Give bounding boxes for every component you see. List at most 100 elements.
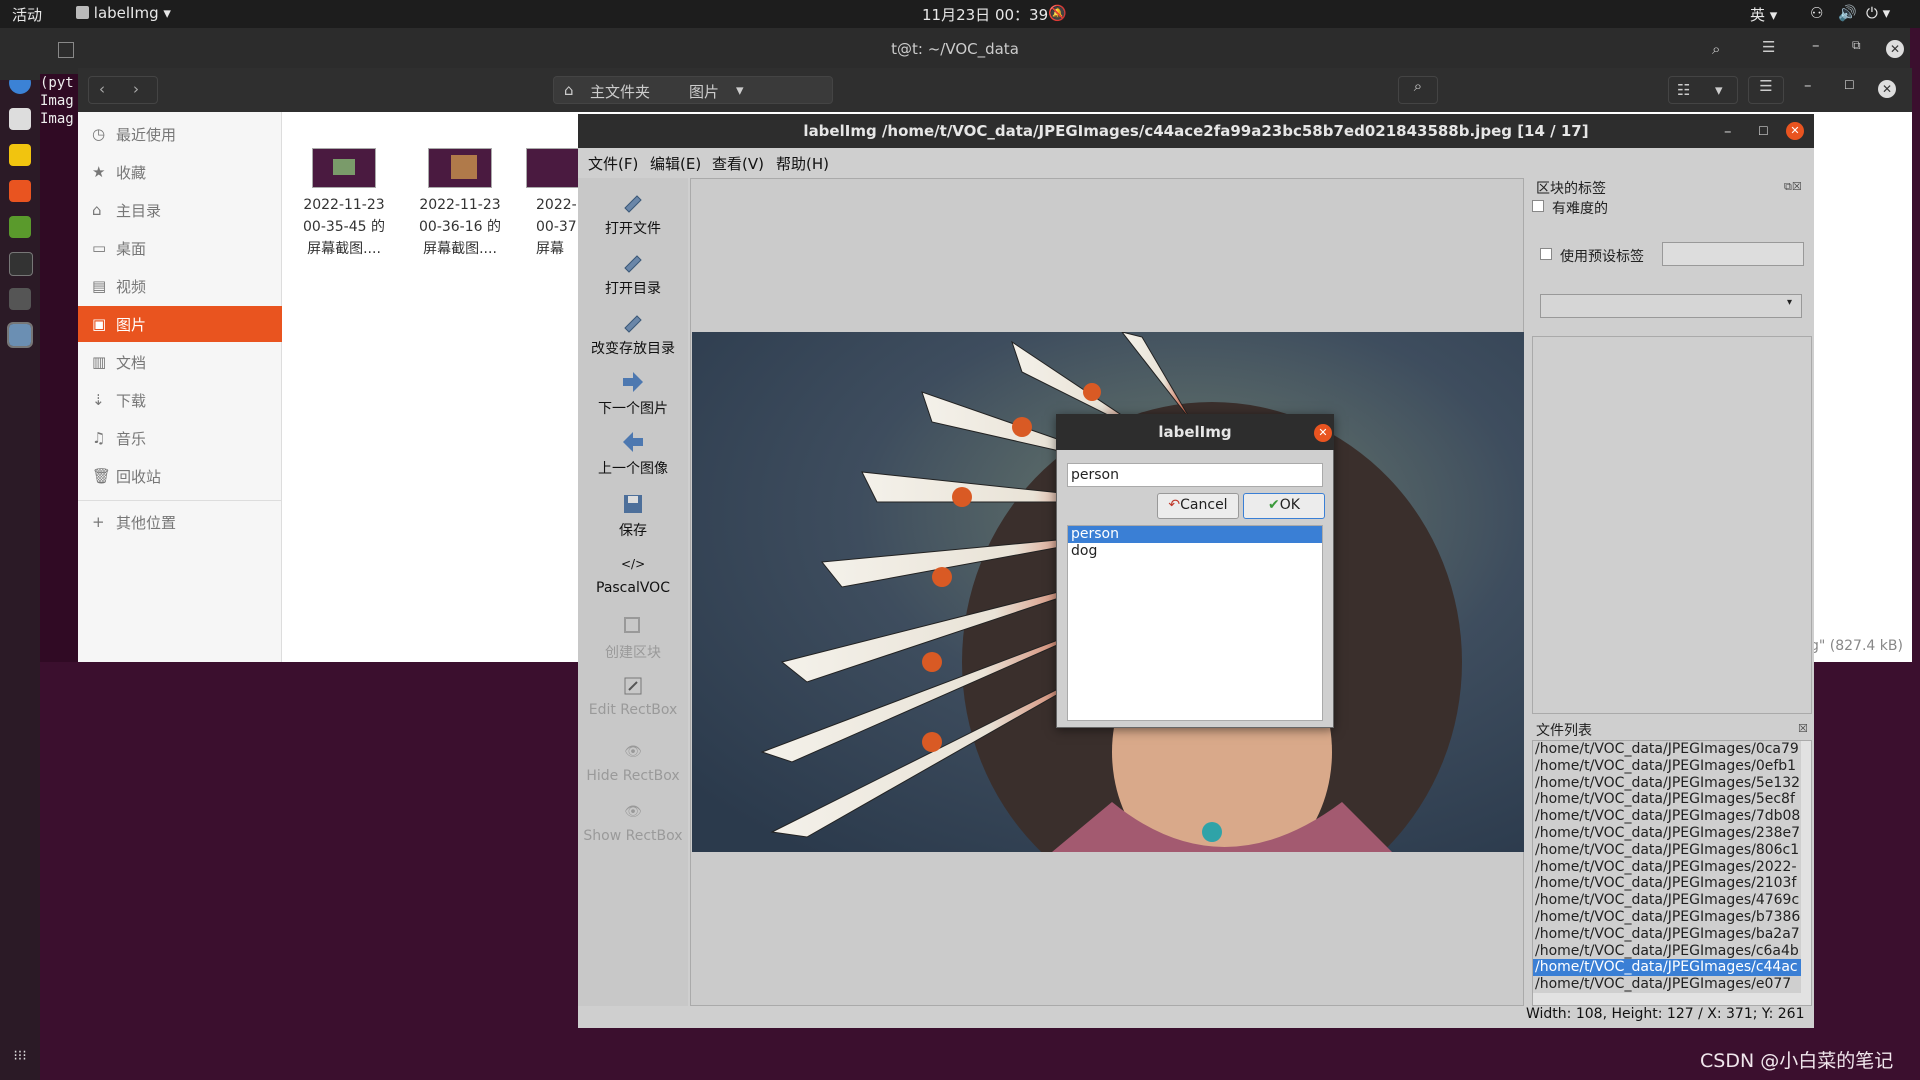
window-title: labelImg /home/t/VOC_data/JPEGImages/c44… [803, 122, 1589, 140]
file-list-item[interactable]: /home/t/VOC_data/JPEGImages/5ec8f [1533, 791, 1801, 808]
use-default-label-checkbox[interactable] [1540, 248, 1552, 260]
sidebar-item-recent[interactable]: ◷ 最近使用 [78, 116, 282, 152]
file-list-item[interactable]: /home/t/VOC_data/JPEGImages/e077 [1533, 976, 1801, 993]
create-rectbox-button[interactable]: 创建区块 [578, 614, 688, 662]
minimize-icon[interactable]: – [1724, 114, 1732, 148]
sidebar-item-starred[interactable]: ★ 收藏 [78, 154, 282, 190]
selection-status: g" (827.4 kB) [1810, 638, 1903, 654]
close-icon[interactable]: ✕ [1878, 80, 1896, 98]
settings-icon[interactable] [9, 288, 31, 310]
path-home[interactable]: 主文件夹 [590, 81, 650, 102]
default-label-input[interactable] [1662, 242, 1804, 266]
minimize-icon[interactable]: – [1812, 36, 1820, 54]
maximize-icon[interactable]: ☐ [1758, 114, 1769, 148]
back-icon[interactable]: ‹ [99, 80, 105, 98]
edit-rectbox-button[interactable]: Edit RectBox [578, 674, 688, 718]
sidebar-item-trash[interactable]: 🗑 回收站 [78, 458, 282, 494]
close-icon[interactable]: ✕ [1786, 122, 1804, 140]
next-image-button[interactable]: 下一个图片 [578, 370, 688, 418]
dock-float-icon[interactable]: ⧉☒ [1784, 180, 1802, 194]
menu-file[interactable]: 文件(F) [588, 153, 638, 174]
sidebar-item-pictures[interactable]: ▣ 图片 [78, 306, 282, 342]
file-list-item[interactable]: /home/t/VOC_data/JPEGImages/238e7 [1533, 825, 1801, 842]
horizontal-scrollbar[interactable] [1533, 993, 1811, 1005]
change-save-dir-button[interactable]: 改变存放目录 [578, 310, 688, 358]
open-file-button[interactable]: 打开文件 [578, 190, 688, 238]
close-icon[interactable]: ✕ [1886, 40, 1904, 58]
file-thumbnail[interactable]: 2022-11-23 00-36-16 的 屏幕截图.... [400, 148, 520, 260]
label-combobox[interactable]: ▾ [1540, 294, 1802, 318]
file-list-item[interactable]: /home/t/VOC_data/JPEGImages/2103f [1533, 875, 1801, 892]
menu-edit[interactable]: 编辑(E) [650, 153, 701, 174]
restore-icon[interactable]: ⧉ [1852, 38, 1861, 53]
sidebar-item-other-locations[interactable]: + 其他位置 [78, 504, 282, 540]
input-method-indicator[interactable]: 英 ▾ [1750, 4, 1777, 25]
path-current[interactable]: 图片 [689, 81, 719, 102]
pycharm-icon[interactable] [9, 216, 31, 238]
save-button[interactable]: 保存 [578, 492, 688, 540]
network-icon[interactable]: ⚇ [1810, 4, 1823, 22]
volume-icon[interactable]: 🔊 [1838, 4, 1857, 22]
open-dir-button[interactable]: 打开目录 [578, 250, 688, 298]
ok-button[interactable]: ✔OK [1243, 493, 1325, 519]
label-list[interactable] [1532, 336, 1812, 714]
hide-rectbox-button[interactable]: 👁 Hide RectBox [578, 740, 688, 784]
files-icon[interactable] [9, 108, 31, 130]
list-item[interactable]: dog [1068, 543, 1322, 560]
sidebar-item-music[interactable]: ♫ 音乐 [78, 420, 282, 456]
vertical-scrollbar[interactable] [1801, 741, 1811, 993]
terminal-title: t@t: ~/VOC_data [891, 40, 1019, 58]
prev-image-button[interactable]: 上一个图像 [578, 430, 688, 478]
activities-button[interactable]: 活动 [12, 4, 42, 25]
sidebar-item-desktop[interactable]: ▭ 桌面 [78, 230, 282, 266]
sidebar-item-documents[interactable]: ▥ 文档 [78, 344, 282, 380]
menu-help[interactable]: 帮助(H) [776, 153, 829, 174]
file-list-item[interactable]: /home/t/VOC_data/JPEGImages/b7386 [1533, 909, 1801, 926]
file-list-item-selected[interactable]: /home/t/VOC_data/JPEGImages/c44ac [1533, 959, 1801, 977]
close-icon[interactable]: ✕ [1314, 424, 1332, 442]
file-list[interactable]: /home/t/VOC_data/JPEGImages/0ca79/home/t… [1532, 740, 1812, 1006]
cancel-button[interactable]: ↶Cancel [1157, 493, 1239, 519]
file-list-item[interactable]: /home/t/VOC_data/JPEGImages/0ca79 [1533, 741, 1801, 758]
file-list-item[interactable]: /home/t/VOC_data/JPEGImages/0efb1 [1533, 758, 1801, 775]
software-center-icon[interactable] [9, 180, 31, 202]
minimize-icon[interactable]: – [1804, 76, 1812, 94]
forward-icon[interactable]: › [133, 80, 139, 98]
sidebar-item-home[interactable]: ⌂ 主目录 [78, 192, 282, 228]
search-button[interactable]: ⌕ [1398, 76, 1438, 104]
file-name-line: 00-37 [536, 219, 577, 235]
file-list-item[interactable]: /home/t/VOC_data/JPEGImages/4769c [1533, 892, 1801, 909]
sidebar-item-videos[interactable]: ▤ 视频 [78, 268, 282, 304]
sidebar-item-label: 视频 [116, 278, 147, 296]
show-apps-icon[interactable]: ⁝⁝⁝ [9, 1048, 31, 1070]
power-icon[interactable]: ⏻ ▾ [1866, 4, 1890, 22]
view-toggle[interactable]: ☷ ▾ [1668, 76, 1738, 104]
menu-button[interactable]: ☰ [1748, 76, 1784, 104]
maximize-icon[interactable]: ☐ [1844, 78, 1855, 92]
file-list-item[interactable]: /home/t/VOC_data/JPEGImages/2022- [1533, 859, 1801, 876]
file-list-item[interactable]: /home/t/VOC_data/JPEGImages/5e132 [1533, 775, 1801, 792]
labelimg-dock-icon[interactable] [7, 322, 33, 348]
sidebar-item-downloads[interactable]: ⇣ 下载 [78, 382, 282, 418]
label-options-list[interactable]: person dog [1067, 525, 1323, 721]
file-list-item[interactable]: /home/t/VOC_data/JPEGImages/7db08 [1533, 808, 1801, 825]
label-input[interactable]: person [1067, 463, 1323, 487]
show-rectbox-button[interactable]: 👁 Show RectBox [578, 800, 688, 844]
file-list-item[interactable]: /home/t/VOC_data/JPEGImages/c6a4b [1533, 943, 1801, 960]
clock[interactable]: 11月23日 00：39 [922, 4, 1048, 25]
dock-float-icon[interactable]: ☒ [1798, 722, 1808, 735]
file-thumbnail[interactable]: 2022- 00-37 屏幕 [516, 148, 578, 260]
file-thumbnail[interactable]: 2022-11-23 00-35-45 的 屏幕截图.... [284, 148, 404, 260]
hamburger-menu-icon[interactable]: ☰ [1762, 38, 1775, 56]
chevron-down-icon[interactable]: ▾ [736, 81, 744, 99]
terminal-icon[interactable] [9, 252, 33, 276]
search-icon[interactable]: ⌕ [1712, 40, 1720, 58]
file-list-item[interactable]: /home/t/VOC_data/JPEGImages/806c1 [1533, 842, 1801, 859]
difficult-checkbox[interactable] [1532, 200, 1544, 212]
app-menu[interactable]: labelImg ▾ [76, 4, 171, 22]
file-list-item[interactable]: /home/t/VOC_data/JPEGImages/ba2a7 [1533, 926, 1801, 943]
list-item-selected[interactable]: person [1068, 526, 1322, 543]
format-toggle-button[interactable]: </> PascalVOC [578, 552, 688, 596]
rhythmbox-icon[interactable] [9, 144, 31, 166]
menu-view[interactable]: 查看(V) [712, 153, 764, 174]
